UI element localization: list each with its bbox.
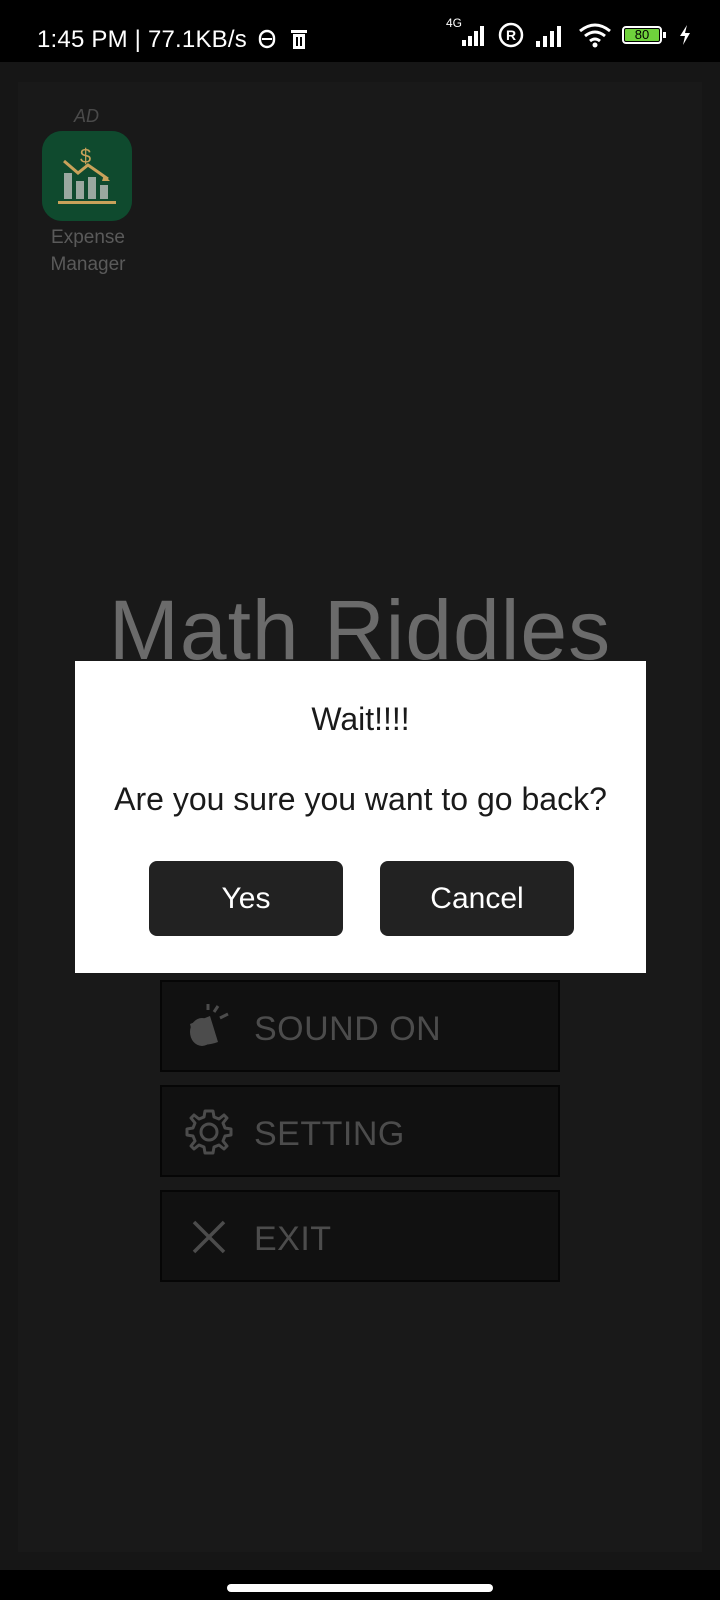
navigation-bar bbox=[0, 1570, 720, 1600]
status-bar: 1:45 PM | 77.1KB/s 4G R 80 bbox=[0, 0, 720, 62]
status-time: 1:45 PM | 77.1KB/s bbox=[37, 26, 247, 53]
expense-chart-icon: $ bbox=[42, 131, 132, 221]
sound-toggle-button[interactable]: SOUND ON bbox=[160, 980, 560, 1072]
home-gesture-handle[interactable] bbox=[227, 1584, 493, 1592]
ad-app-name[interactable]: Expense Manager bbox=[30, 224, 146, 278]
gear-icon bbox=[185, 1109, 233, 1155]
exit-button[interactable]: EXIT bbox=[160, 1190, 560, 1282]
svg-text:R: R bbox=[506, 27, 516, 43]
charging-icon bbox=[680, 25, 690, 45]
alarm-icon bbox=[258, 29, 276, 49]
setting-label: SETTING bbox=[254, 1115, 405, 1153]
yes-button[interactable]: Yes bbox=[149, 861, 343, 936]
system-icons: 4G R 80 bbox=[444, 16, 692, 50]
speaker-icon bbox=[190, 1004, 229, 1046]
sound-toggle-label: SOUND ON bbox=[254, 1010, 442, 1048]
close-icon bbox=[192, 1220, 226, 1254]
battery-level: 80 bbox=[634, 27, 650, 42]
ad-label: AD bbox=[74, 106, 100, 126]
wifi-icon bbox=[579, 23, 611, 48]
dialog-message: Are you sure you want to go back? bbox=[114, 781, 607, 817]
setting-button[interactable]: SETTING bbox=[160, 1085, 560, 1177]
cell-signal-icon bbox=[536, 26, 561, 47]
notification-icons bbox=[258, 28, 308, 50]
exit-label: EXIT bbox=[254, 1220, 332, 1258]
confirm-dialog: Wait!!!! Are you sure you want to go bac… bbox=[75, 661, 646, 973]
battery-icon: 80 bbox=[622, 24, 668, 46]
ad-app-name-line2: Manager bbox=[50, 254, 126, 275]
expense-manager-ad-icon[interactable]: $ bbox=[42, 131, 132, 221]
trash-icon bbox=[291, 30, 307, 49]
cell-signal-4g-icon: 4G bbox=[444, 16, 488, 48]
ad-app-name-line1: Expense bbox=[51, 227, 125, 248]
dialog-title: Wait!!!! bbox=[311, 701, 410, 737]
cancel-button[interactable]: Cancel bbox=[380, 861, 574, 936]
registered-icon: R bbox=[498, 22, 524, 48]
